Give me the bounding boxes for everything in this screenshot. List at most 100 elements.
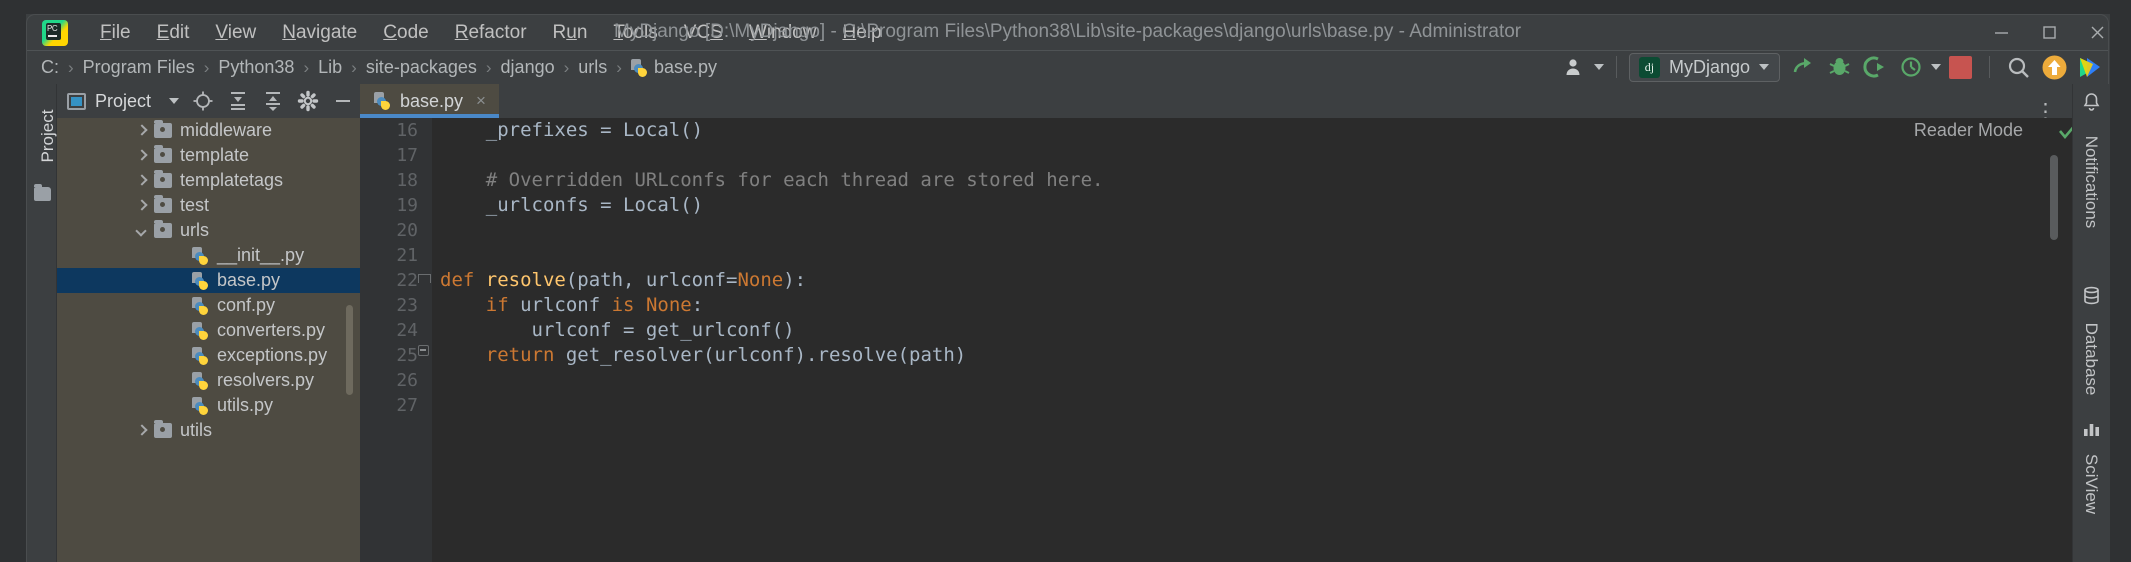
- breadcrumb-item-django[interactable]: django: [497, 55, 559, 80]
- breadcrumb-item-python38[interactable]: Python38: [214, 55, 298, 80]
- settings-icon[interactable]: [294, 89, 321, 113]
- line-number[interactable]: 16: [360, 118, 432, 143]
- tree-item-middleware[interactable]: middleware: [57, 118, 360, 143]
- tree-item-test[interactable]: test: [57, 193, 360, 218]
- run-button[interactable]: [1787, 53, 1820, 81]
- update-project-button[interactable]: [2038, 53, 2071, 81]
- breadcrumb-item-programfiles[interactable]: Program Files: [79, 55, 199, 80]
- chevron-down-icon[interactable]: [169, 98, 180, 104]
- code-line[interactable]: [432, 243, 2072, 268]
- breadcrumb-item-urls[interactable]: urls: [574, 55, 611, 80]
- line-number[interactable]: 18: [360, 168, 432, 193]
- fold-marker-def[interactable]: [418, 274, 431, 286]
- database-icon[interactable]: [2082, 286, 2101, 305]
- menu-item-edit[interactable]: Edit: [144, 18, 203, 48]
- line-number[interactable]: 26: [360, 368, 432, 393]
- editor-code[interactable]: _prefixes = Local() # Overridden URLconf…: [432, 118, 2072, 562]
- chevron-right-icon[interactable]: [135, 124, 148, 137]
- minimize-button[interactable]: [1977, 16, 2025, 49]
- code-line[interactable]: _prefixes = Local(): [432, 118, 2072, 143]
- line-number[interactable]: 21: [360, 243, 432, 268]
- menu-item-navigate[interactable]: Navigate: [269, 18, 370, 48]
- stop-button[interactable]: [1944, 53, 1977, 81]
- profile-menu-caret-icon[interactable]: [1931, 64, 1941, 70]
- editor-tab-bar: base.py × ⋮: [360, 84, 2072, 122]
- menu-item-file[interactable]: File: [87, 18, 144, 48]
- tree-item-urls[interactable]: urls: [57, 218, 360, 243]
- code-line[interactable]: return get_resolver(urlconf).resolve(pat…: [432, 343, 2072, 368]
- code-line[interactable]: [432, 368, 2072, 393]
- menu-item-run[interactable]: Run: [540, 18, 601, 48]
- toolbar-divider: [1615, 56, 1617, 78]
- line-number[interactable]: 23: [360, 293, 432, 318]
- tab-database[interactable]: Database: [2081, 309, 2101, 409]
- bell-icon[interactable]: [2082, 92, 2101, 111]
- debug-button[interactable]: [1823, 53, 1856, 81]
- code-line[interactable]: _urlconfs = Local(): [432, 193, 2072, 218]
- code-line[interactable]: # Overridden URLconfs for each thread ar…: [432, 168, 2072, 193]
- breadcrumb-item-c[interactable]: C:: [37, 55, 63, 80]
- breadcrumb-item-sitepackages[interactable]: site-packages: [362, 55, 481, 80]
- code-line[interactable]: [432, 218, 2072, 243]
- editor-gutter[interactable]: 16 17 18 19 20 21 22 23 24 25 26 27: [360, 118, 432, 562]
- tab-base-py[interactable]: base.py ×: [360, 84, 499, 118]
- tree-item-converterspy[interactable]: converters.py: [57, 318, 360, 343]
- line-number[interactable]: 24: [360, 318, 432, 343]
- line-number[interactable]: 20: [360, 218, 432, 243]
- code-token: _prefixes = Local(): [440, 119, 704, 141]
- tree-item-template[interactable]: template: [57, 143, 360, 168]
- profile-button[interactable]: [1895, 53, 1928, 81]
- sidebar-item-project[interactable]: Project: [38, 93, 58, 179]
- fold-marker-return[interactable]: [418, 345, 430, 357]
- line-number[interactable]: 17: [360, 143, 432, 168]
- close-icon[interactable]: ×: [476, 91, 486, 111]
- project-tree[interactable]: middleware template templatetags test urls __…: [57, 118, 360, 562]
- code-line[interactable]: [432, 393, 2072, 418]
- menu-item-refactor[interactable]: Refactor: [442, 18, 540, 48]
- chevron-right-icon[interactable]: [135, 199, 148, 212]
- line-number[interactable]: 27: [360, 393, 432, 418]
- run-configuration-selector[interactable]: dj MyDjango: [1628, 52, 1780, 82]
- user-avatar-icon[interactable]: [1561, 53, 1594, 81]
- tree-item-templatetags[interactable]: templatetags: [57, 168, 360, 193]
- close-button[interactable]: [2073, 16, 2121, 49]
- project-tree-scrollbar[interactable]: [346, 305, 353, 395]
- collapse-all-icon[interactable]: [259, 89, 286, 113]
- tree-item-utilspy[interactable]: utils.py: [57, 393, 360, 418]
- search-everywhere-button[interactable]: [2002, 53, 2035, 81]
- breadcrumb-label: django: [500, 57, 555, 77]
- hide-icon[interactable]: [329, 89, 356, 113]
- menu-item-view[interactable]: View: [202, 18, 269, 48]
- maximize-button[interactable]: [2025, 16, 2073, 49]
- breadcrumb-item-basepy[interactable]: base.py: [627, 55, 721, 80]
- chevron-right-icon[interactable]: [135, 174, 148, 187]
- tab-sciview[interactable]: SciView: [2081, 434, 2101, 534]
- run-coverage-button[interactable]: [1859, 53, 1892, 81]
- locate-icon[interactable]: [189, 89, 216, 113]
- tree-item-confpy[interactable]: conf.py: [57, 293, 360, 318]
- tree-item-basepy[interactable]: base.py: [57, 268, 360, 293]
- code-line[interactable]: urlconf = get_urlconf(): [432, 318, 2072, 343]
- user-menu-caret-icon[interactable]: [1593, 64, 1604, 70]
- more-options-icon[interactable]: ⋮: [2035, 101, 2058, 122]
- code-line[interactable]: if urlconf is None:: [432, 293, 2072, 318]
- reader-mode-label[interactable]: Reader Mode: [1914, 120, 2023, 141]
- tree-item-initpy[interactable]: __init__.py: [57, 243, 360, 268]
- code-line[interactable]: [432, 143, 2072, 168]
- editor-scrollbar[interactable]: [2050, 155, 2058, 240]
- chevron-right-icon[interactable]: [135, 424, 148, 437]
- chevron-down-icon[interactable]: [135, 224, 148, 237]
- line-number[interactable]: 19: [360, 193, 432, 218]
- code-token: ):: [783, 269, 807, 291]
- chevron-right-icon[interactable]: [135, 149, 148, 162]
- breadcrumb-item-lib[interactable]: Lib: [314, 55, 346, 80]
- tree-item-resolverspy[interactable]: resolvers.py: [57, 368, 360, 393]
- tree-item-exceptionspy[interactable]: exceptions.py: [57, 343, 360, 368]
- tree-item-utils[interactable]: utils: [57, 418, 360, 443]
- code-line[interactable]: def resolve(path, urlconf=None):: [432, 268, 2072, 293]
- menu-item-code[interactable]: Code: [370, 18, 441, 48]
- expand-all-icon[interactable]: [224, 89, 251, 113]
- ide-logo[interactable]: [2074, 53, 2107, 81]
- folder-icon[interactable]: [34, 184, 51, 201]
- tab-notifications[interactable]: Notifications: [2081, 132, 2101, 232]
